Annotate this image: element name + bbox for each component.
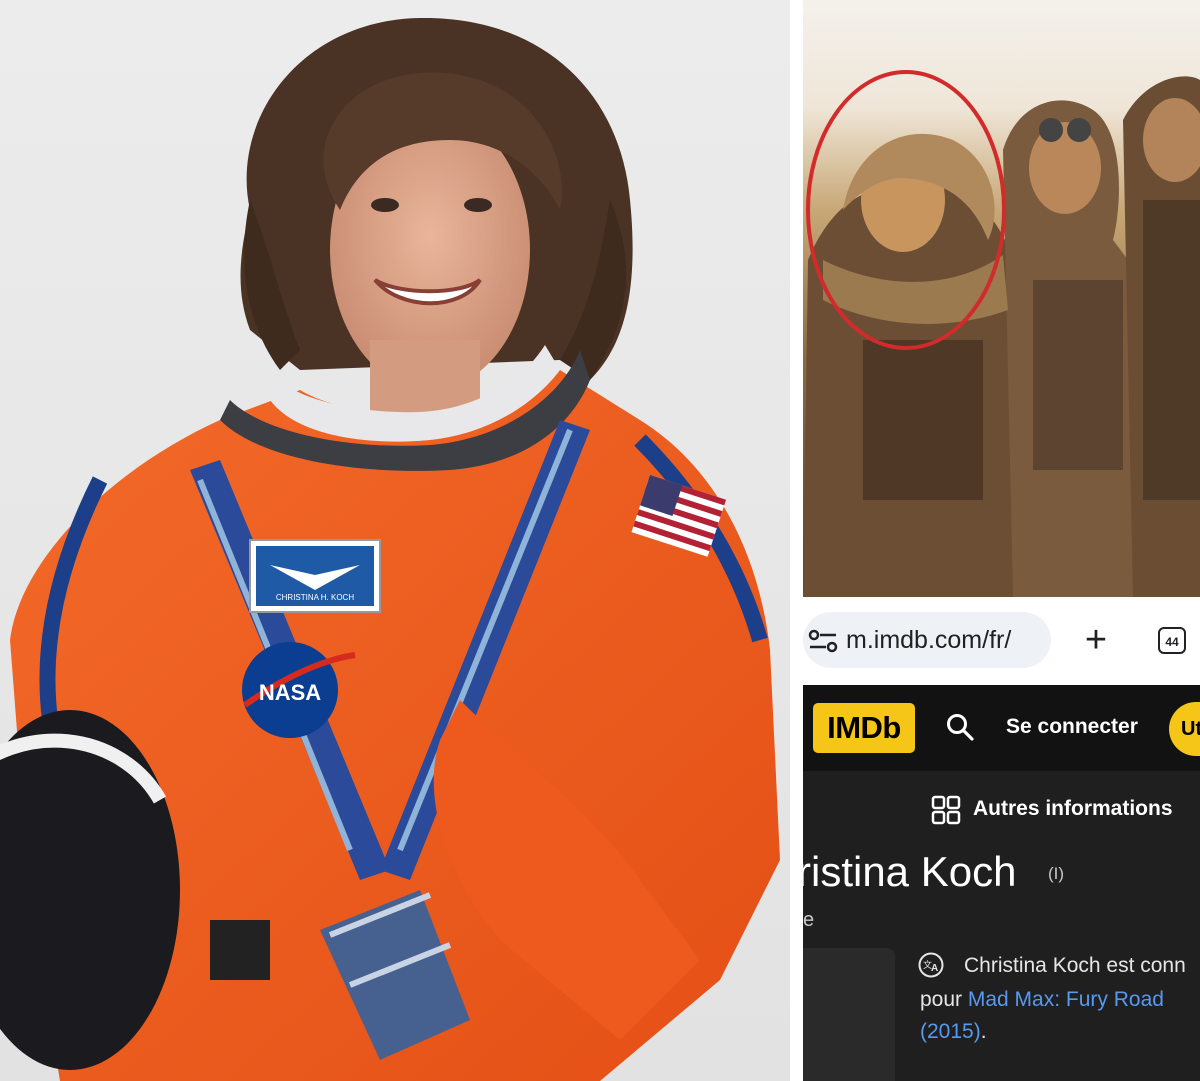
profile-thumbnail[interactable] bbox=[803, 948, 895, 1081]
bio-line-3: (2015). bbox=[920, 1017, 987, 1047]
movie-title-link[interactable]: Mad Max: Fury Road bbox=[968, 988, 1164, 1011]
imdb-page: IMDb Se connecter Ut Autres informations… bbox=[803, 685, 1200, 1081]
person-subtitle: e bbox=[803, 909, 815, 931]
tab-count-button[interactable]: 44 bbox=[1158, 627, 1186, 654]
imdb-header: IMDb Se connecter Ut bbox=[803, 685, 1200, 771]
bio-line-2: pour Mad Max: Fury Road bbox=[920, 985, 1164, 1015]
movie-year-link[interactable]: (2015) bbox=[920, 1020, 981, 1043]
url-text[interactable]: m.imdb.com/fr/ bbox=[846, 623, 1011, 657]
new-tab-button[interactable]: + bbox=[1074, 616, 1118, 664]
name-tape-text: CHRISTINA H. KOCH bbox=[276, 593, 354, 602]
svg-text:A: A bbox=[931, 963, 938, 974]
imdb-logo[interactable]: IMDb bbox=[813, 703, 915, 753]
bio-prefix: pour bbox=[920, 988, 968, 1011]
name-disambiguation: (I) bbox=[1048, 864, 1065, 883]
bio-line-1: Christina Koch est conn bbox=[964, 954, 1186, 977]
person-name: ristina Koch bbox=[803, 848, 1017, 895]
svg-text:NASA: NASA bbox=[259, 680, 321, 705]
tune-icon[interactable] bbox=[806, 624, 840, 658]
astronaut-photo: CHRISTINA H. KOCH NASA bbox=[0, 0, 790, 1081]
user-button[interactable]: Ut bbox=[1169, 702, 1200, 756]
translate-icon[interactable]: 文 A bbox=[918, 952, 944, 978]
bio-end: . bbox=[980, 1020, 987, 1043]
movie-still-photo bbox=[803, 0, 1200, 597]
movie-still-illustration bbox=[803, 70, 1200, 597]
grid-icon bbox=[931, 795, 961, 825]
search-icon[interactable] bbox=[945, 712, 975, 742]
astronaut-illustration: CHRISTINA H. KOCH NASA bbox=[0, 17, 780, 1081]
sign-in-button[interactable]: Se connecter bbox=[1006, 713, 1138, 741]
more-info-label: Autres informations bbox=[973, 797, 1173, 820]
